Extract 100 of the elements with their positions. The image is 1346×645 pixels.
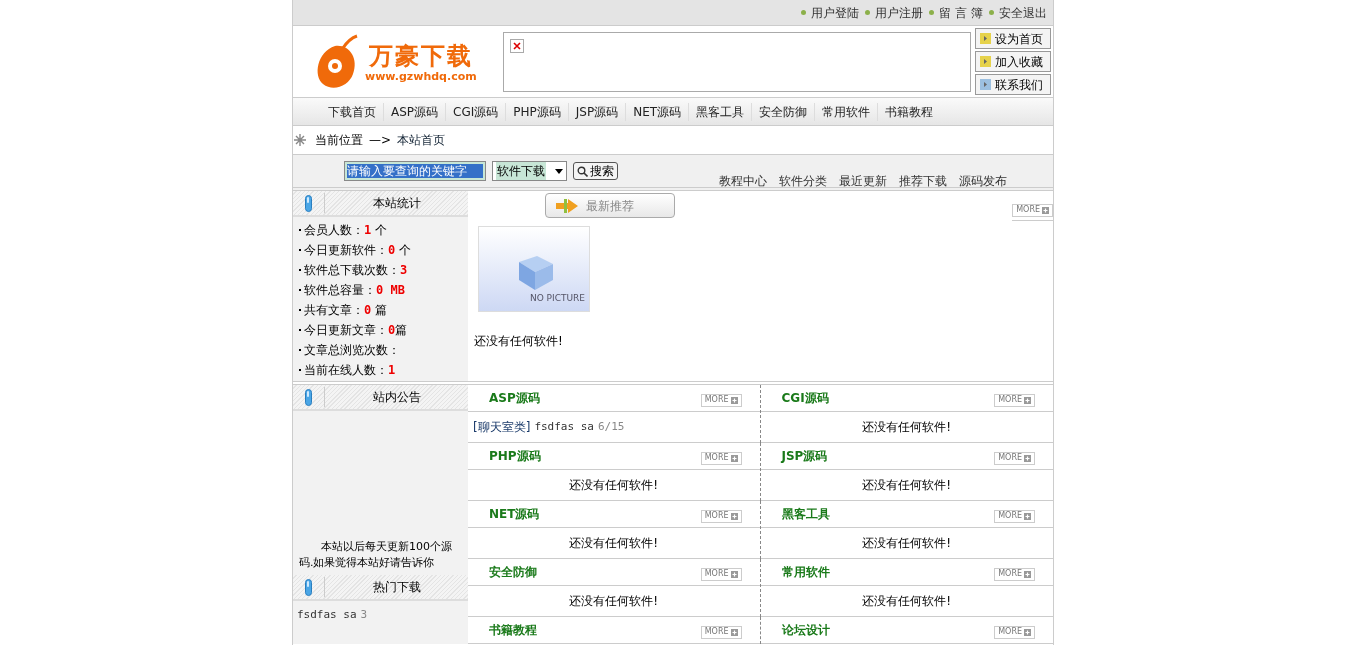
section-title[interactable]: CGI源码 [781,389,829,407]
section-title[interactable]: NET源码 [489,505,540,523]
bullet-icon [801,10,807,15]
capsule-icon [305,194,312,212]
empty-message: 还没有任何软件! [861,535,953,552]
location-arrow: —> [369,132,392,149]
bullet-icon [989,10,994,15]
arrow-icon [556,198,578,213]
nav-link[interactable]: 下载首页 [321,102,383,121]
nav-link[interactable]: 常用软件 [814,102,878,121]
side-button[interactable]: 联系我们 [975,74,1051,95]
plus-icon [1024,512,1031,520]
side-button[interactable]: 设为首页 [975,28,1051,49]
section-title[interactable]: 常用软件 [781,563,830,581]
panel-title: 热门下载 [371,579,422,596]
search-field[interactable]: 请输入要查询的关键字 [344,161,486,181]
software-link[interactable]: fsdfas sa [534,418,594,436]
plus-icon [1024,628,1031,636]
location-label: 当前位置 [315,132,363,149]
more-button[interactable]: MORE [994,509,1035,523]
panel-title: 本站统计 [371,195,422,212]
quick-link[interactable]: 推荐下载 [899,172,947,190]
section-title[interactable]: PHP源码 [489,447,541,465]
more-button[interactable]: MORE [700,393,742,407]
plus-icon [730,396,738,404]
bullet-icon [929,10,935,15]
category-link[interactable]: [聊天室类] [473,418,531,436]
download-count: 3 [360,607,368,623]
empty-message: 还没有任何软件! [861,477,953,494]
more-button[interactable]: MORE [700,567,742,581]
logo-url: www.gzwhdq.com [365,71,477,82]
quick-link[interactable]: 源码发布 [959,172,1007,190]
sparkle-icon [293,133,307,147]
nav-link[interactable]: NET源码 [625,102,689,121]
plus-icon [1024,454,1031,462]
stat-row-text: 会员人数：1 个 [304,222,388,239]
section-title[interactable]: 书籍教程 [489,621,537,639]
nav-link[interactable]: 安全防御 [751,102,815,121]
more-button[interactable]: MORE [700,509,742,523]
section-title[interactable]: 论坛设计 [781,621,830,639]
empty-message: 还没有任何软件! [861,593,953,610]
more-button[interactable]: MORE [700,625,742,639]
software-date: 6/15 [598,418,625,435]
bullet-icon [865,10,871,15]
broken-image-icon [510,38,524,53]
side-button[interactable]: 加入收藏 [975,51,1051,72]
stat-row-text: 软件总下载次数：3 [304,262,408,279]
more-button[interactable]: MORE [700,451,742,465]
panel-title: 站内公告 [371,389,422,406]
notice-text: 本站以后每天更新100个源码.如果觉得本站好请告诉你 [299,539,453,571]
nav-link[interactable]: PHP源码 [505,102,568,121]
more-button[interactable]: MORE [994,567,1035,581]
quick-link[interactable]: 教程中心 [719,172,767,190]
capsule-icon [305,578,312,596]
nav-link[interactable]: ASP源码 [383,102,446,121]
stat-row-text: 今日更新软件：0 个 [304,242,412,259]
quick-link[interactable]: 软件分类 [779,172,827,190]
plus-icon [730,628,738,636]
plus-icon [1024,396,1031,404]
more-button[interactable]: MORE [994,625,1035,639]
top-link[interactable]: 用户注册 [875,3,924,22]
nav-link[interactable]: JSP源码 [567,102,626,121]
nav-link[interactable]: 黑客工具 [688,102,752,121]
plus-icon [730,454,738,462]
top-link[interactable]: 留 言 簿 [939,3,983,22]
search-icon [577,165,588,177]
plus-icon [730,570,738,578]
more-button[interactable]: MORE [994,451,1035,465]
top-link[interactable]: 安全退出 [999,3,1047,22]
stat-row-text: 软件总容量：0 MB [304,282,405,299]
section-title[interactable]: 安全防御 [489,563,537,581]
empty-message: 还没有任何软件! [568,535,660,552]
section-title[interactable]: 黑客工具 [781,505,830,523]
quick-link[interactable]: 最近更新 [839,172,887,190]
top-link[interactable]: 用户登陆 [811,3,860,22]
empty-message: 还没有任何软件! [568,593,660,610]
stat-row-text: 文章总浏览次数： [304,342,400,359]
download-link[interactable]: fsdfas sa [297,607,357,624]
section-title[interactable]: JSP源码 [781,447,828,465]
stat-row-text: 今日更新文章：0篇 [304,322,408,339]
section-title[interactable]: ASP源码 [489,389,540,407]
plus-icon [730,512,738,520]
stat-row-text: 共有文章：0 篇 [304,302,388,319]
empty-message: 还没有任何软件! [474,333,564,350]
category-select[interactable]: 软件下载 [492,161,567,181]
stat-row-text: 当前在线人数：1 [304,362,396,379]
empty-message: 还没有任何软件! [568,477,660,494]
location-link[interactable]: 本站首页 [397,131,446,149]
featured-title: 最新推荐 [586,197,634,215]
more-button[interactable]: MORE [1012,203,1053,217]
empty-message: 还没有任何软件! [861,419,953,436]
nav-link[interactable]: CGI源码 [445,102,506,121]
capsule-icon [305,388,312,406]
nav-link[interactable]: 书籍教程 [877,102,941,121]
plus-icon [1024,570,1031,578]
more-button[interactable]: MORE [994,393,1035,407]
plus-icon [1042,206,1049,214]
dropdown-icon [555,168,563,174]
picture-caption: NO PICTURE [529,291,585,305]
search-button[interactable]: 搜索 [573,162,618,180]
